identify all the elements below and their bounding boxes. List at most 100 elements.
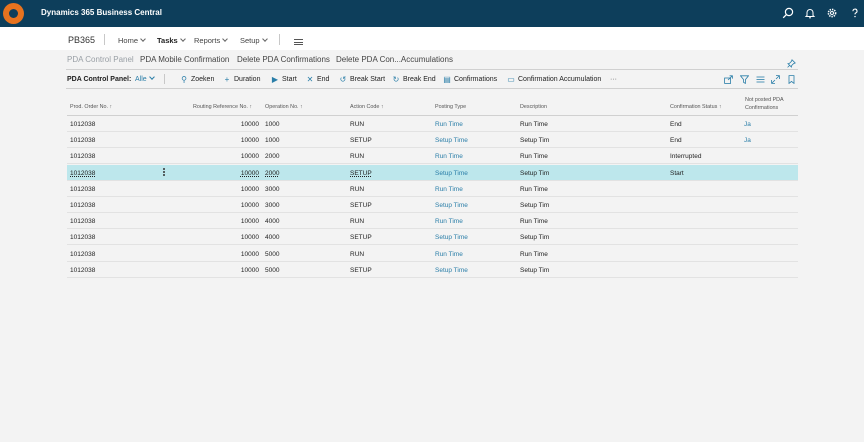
tab-pda-control-panel[interactable]: PDA Control Panel: [67, 55, 134, 64]
table-row[interactable]: 1012038 10000 4000 RUN Run Time Run Time: [67, 213, 798, 230]
bell-icon[interactable]: [804, 7, 816, 19]
gear-icon[interactable]: [826, 7, 838, 19]
confirmation-accumulation-button-label: Confirmation Accumulation: [518, 76, 602, 83]
table-row[interactable]: 1012038 10000 3000 SETUP Setup Time Setup Tim: [67, 197, 798, 213]
tab-delete-pda-confirmations[interactable]: Delete PDA Confirmations: [237, 55, 330, 64]
cell-posting-type[interactable]: Setup Time: [435, 137, 468, 144]
cell-prod-order[interactable]: 1012038: [70, 218, 95, 225]
cell-description: Run Time: [520, 153, 548, 161]
app-logo[interactable]: [3, 3, 24, 24]
confirmation-accumulation-button[interactable]: ▭ Confirmation Accumulation: [507, 76, 601, 84]
row-menu-icon[interactable]: [163, 167, 166, 178]
cell-description: Run Time: [520, 121, 548, 128]
share-icon[interactable]: [724, 75, 733, 84]
list-view-icon[interactable]: [756, 75, 765, 84]
company-name[interactable]: PB365: [68, 35, 95, 45]
cell-routing-ref: 10000: [240, 202, 259, 209]
tab-pda-mobile-confirmation[interactable]: PDA Mobile Confirmation: [140, 55, 229, 64]
break-end-button-label: Break End: [403, 76, 436, 83]
menu-setup[interactable]: Setup: [240, 36, 268, 45]
header-operation-no[interactable]: Operation No. ↑: [265, 104, 303, 110]
cell-posting-type[interactable]: Setup Time: [435, 170, 468, 177]
menu-setup-label: Setup: [240, 36, 260, 45]
header-confirmation-status[interactable]: Confirmation Status ↑: [670, 104, 722, 110]
table-row[interactable]: 1012038 10000 2000 SETUP Setup Time Setup Tim…: [67, 164, 798, 181]
cell-posting-type[interactable]: Run Time: [435, 121, 463, 128]
break-start-button[interactable]: ↺ Break Start: [339, 76, 385, 84]
cell-action-code: SETUP: [350, 202, 372, 209]
table-row[interactable]: 1012038 10000 1000 SETUP Setup Time Setup Tim…: [67, 132, 798, 149]
cell-operation: 1000: [265, 137, 280, 145]
header-routing-reference-no[interactable]: Routing Reference No. ↑: [193, 104, 252, 110]
cell-posting-type[interactable]: Setup Time: [435, 234, 468, 241]
cell-routing-ref: 10000: [240, 266, 259, 274]
menu-home-label: Home: [118, 36, 139, 45]
cell-prod-order[interactable]: 1012038: [70, 186, 95, 193]
pin-icon[interactable]: [787, 55, 796, 68]
cell-not-posted[interactable]: Ja: [744, 137, 751, 144]
menu-reports[interactable]: Reports: [194, 36, 229, 45]
table-row[interactable]: 1012038 10000 5000 RUN Run Time Run Time: [67, 246, 798, 262]
cell-action-code: SETUP: [350, 137, 372, 145]
cell-prod-order[interactable]: 1012038: [70, 137, 95, 144]
bookmark-icon[interactable]: [787, 75, 796, 84]
cell-prod-order[interactable]: 1012038: [70, 234, 95, 241]
menu-divider: [279, 34, 280, 45]
duration-button[interactable]: + Duration: [223, 76, 261, 84]
cell-prod-order[interactable]: 1012038: [70, 267, 95, 274]
cell-routing-ref: 10000: [240, 153, 259, 161]
cell-prod-order[interactable]: 1012038: [70, 153, 95, 160]
toolbar-divider: [164, 74, 165, 84]
table-row[interactable]: 1012038 10000 1000 RUN Run Time Run Time End Ja: [67, 116, 798, 132]
menu-tasks-label: Tasks: [157, 36, 178, 45]
cell-prod-order[interactable]: 1012038: [70, 202, 95, 209]
table-row[interactable]: 1012038 10000 5000 SETUP Setup Time Setup Tim: [67, 262, 798, 278]
help-icon[interactable]: [849, 7, 861, 19]
menu-home[interactable]: Home: [118, 36, 146, 45]
filter-icon[interactable]: [740, 75, 749, 84]
table-row[interactable]: 1012038 10000 2000 RUN Run Time Run Time Inter…: [67, 148, 798, 165]
chevron-down-icon: [261, 36, 268, 42]
cell-posting-type[interactable]: Run Time: [435, 218, 463, 225]
cell-posting-type[interactable]: Run Time: [435, 153, 463, 160]
break-end-button[interactable]: ↻ Break End: [392, 76, 436, 84]
header-description[interactable]: Description: [520, 104, 547, 110]
cell-not-posted[interactable]: Ja: [744, 121, 751, 128]
header-prod-order-no[interactable]: Prod. Order No. ↑: [70, 104, 112, 110]
start-button-label: Start: [282, 76, 297, 83]
cell-action-code: RUN: [350, 250, 365, 258]
cell-operation: 2000: [265, 169, 280, 177]
more-actions-button[interactable]: ···: [610, 76, 617, 83]
cell-posting-type[interactable]: Setup Time: [435, 202, 468, 209]
tab-delete-pda-accumulations[interactable]: Delete PDA Con...Accumulations: [336, 55, 453, 64]
app-title[interactable]: Dynamics 365 Business Central: [41, 8, 162, 17]
table-row[interactable]: 1012038 10000 4000 SETUP Setup Time Setup Tim: [67, 229, 798, 246]
search-button[interactable]: ⚲ Zoeken: [180, 76, 214, 84]
cell-prod-order[interactable]: 1012038: [70, 121, 95, 128]
start-button[interactable]: ▶ Start: [271, 76, 297, 84]
end-button[interactable]: ✕ End: [306, 76, 330, 84]
cell-operation: 1000: [265, 121, 280, 128]
menu-tasks[interactable]: Tasks: [157, 36, 186, 45]
top-bar: Dynamics 365 Business Central: [0, 0, 864, 27]
cell-posting-type[interactable]: Run Time: [435, 251, 463, 258]
cell-prod-order[interactable]: 1012038: [70, 170, 95, 177]
hamburger-icon[interactable]: [294, 39, 303, 45]
search-icon[interactable]: [782, 7, 794, 19]
header-action-code[interactable]: Action Code ↑: [350, 104, 384, 110]
play-icon: ▶: [271, 75, 279, 84]
view-filter-value: Alle: [135, 76, 147, 83]
confirmations-button[interactable]: ▤ Confirmations: [443, 76, 497, 84]
document-icon: ▭: [507, 75, 515, 84]
cell-posting-type[interactable]: Run Time: [435, 186, 463, 193]
expand-icon[interactable]: [771, 75, 780, 84]
cell-posting-type[interactable]: Setup Time: [435, 267, 468, 274]
cell-action-code: SETUP: [350, 234, 372, 242]
view-filter-dropdown[interactable]: Alle: [135, 74, 155, 83]
table-row[interactable]: 1012038 10000 3000 RUN Run Time Run Time: [67, 181, 798, 197]
header-not-posted-pda-confirmations[interactable]: Not posted PDA Confirmations: [745, 97, 805, 112]
cell-routing-ref: 10000: [240, 185, 259, 193]
cell-prod-order[interactable]: 1012038: [70, 251, 95, 258]
header-posting-type[interactable]: Posting Type: [435, 104, 466, 110]
cell-description: Setup Tim: [520, 202, 550, 209]
